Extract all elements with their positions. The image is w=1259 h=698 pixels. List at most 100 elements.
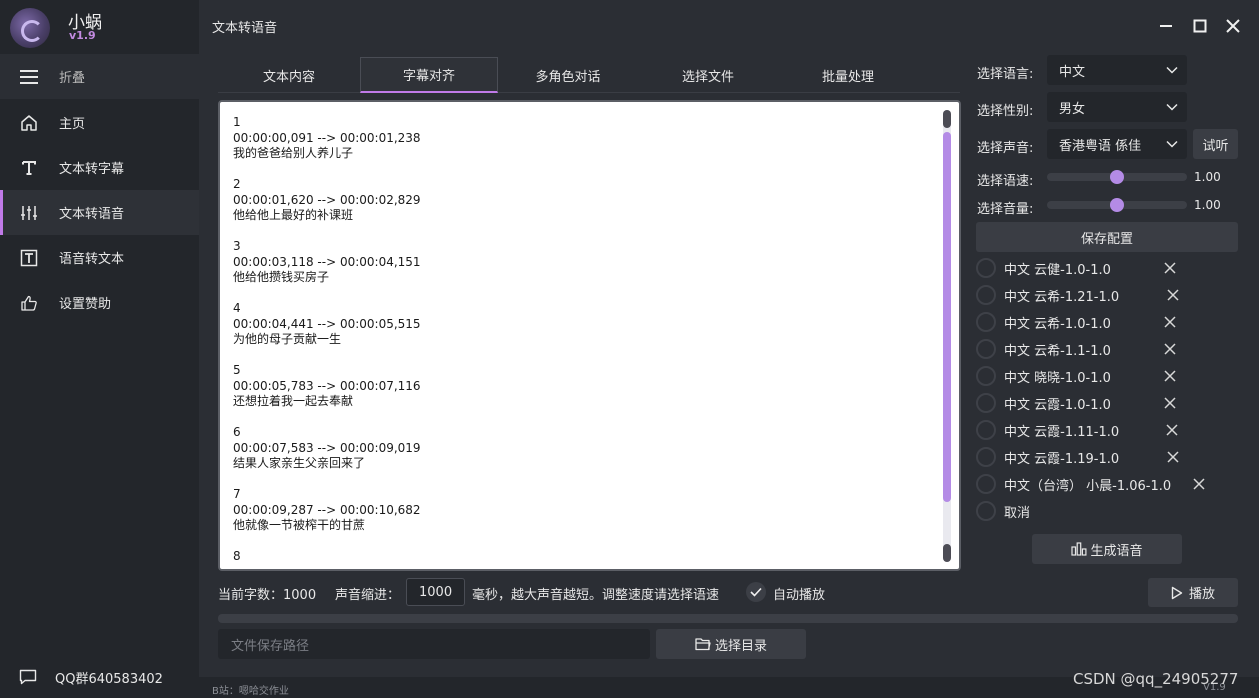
delete-preset-icon[interactable] xyxy=(1163,369,1177,383)
preset-radio[interactable] xyxy=(976,393,996,413)
play-button[interactable]: 播放 xyxy=(1148,578,1238,607)
delete-preset-icon[interactable] xyxy=(1166,450,1180,464)
preset-radio[interactable] xyxy=(976,258,996,278)
generate-speech-button[interactable]: 生成语音 xyxy=(1032,534,1182,564)
delete-preset-icon[interactable] xyxy=(1165,423,1179,437)
preset-item[interactable]: 中文 云霞-1.19-1.0 xyxy=(976,446,1119,468)
sidebar-collapse[interactable]: 折叠 xyxy=(0,54,199,99)
speed-slider[interactable] xyxy=(1047,170,1187,184)
gender-select[interactable]: 男女 xyxy=(1047,92,1187,122)
indent-hint: 毫秒，越大声音越短。调整速度请选择语速 xyxy=(472,588,720,603)
char-count: 当前字数：1000 xyxy=(218,588,317,603)
volume-slider[interactable] xyxy=(1047,198,1187,212)
editor-scrollbar[interactable] xyxy=(943,110,951,562)
scrollbar-bottom-cap xyxy=(943,544,951,562)
autoplay-checkbox[interactable] xyxy=(746,582,766,602)
preset-label: 中文 云希-1.21-1.0 xyxy=(1004,289,1120,305)
generate-speech-label: 生成语音 xyxy=(1090,543,1143,559)
sidebar-item-home[interactable]: 主页 xyxy=(0,100,199,145)
preset-label: 中文（台湾） 小晨-1.06-1.0 xyxy=(1004,478,1172,494)
preset-radio[interactable] xyxy=(976,420,996,440)
select-directory-button[interactable]: 选择目录 xyxy=(656,629,806,659)
preset-label: 中文 云希-1.1-1.0 xyxy=(1004,343,1111,359)
autoplay-label: 自动播放 xyxy=(773,588,826,603)
sidebar-item-text-to-speech[interactable]: 文本转语音 xyxy=(0,190,199,235)
scrollbar-thumb[interactable] xyxy=(943,132,951,502)
preset-radio[interactable] xyxy=(976,339,996,359)
footer-credit: B站：嗯哈交作业 xyxy=(212,686,289,697)
preset-label: 中文 云霞-1.11-1.0 xyxy=(1004,424,1120,440)
chevron-down-icon xyxy=(1166,103,1178,111)
preset-label: 中文 云霞-1.19-1.0 xyxy=(1004,451,1120,467)
collapse-label: 折叠 xyxy=(59,71,86,86)
preset-radio[interactable] xyxy=(976,285,996,305)
qq-group-label: QQ群640583402 xyxy=(55,671,163,687)
delete-preset-icon[interactable] xyxy=(1163,261,1177,275)
hamburger-menu-icon xyxy=(19,67,39,87)
preset-item[interactable]: 中文 云霞-1.11-1.0 xyxy=(976,419,1119,441)
preset-item[interactable]: 中文 云希-1.21-1.0 xyxy=(976,284,1119,306)
volume-slider-knob[interactable] xyxy=(1110,198,1124,212)
close-button[interactable] xyxy=(1223,16,1243,36)
preset-item[interactable]: 中文 云希-1.0-1.0 xyxy=(976,311,1111,333)
delete-preset-icon[interactable] xyxy=(1166,288,1180,302)
snail-logo-icon xyxy=(10,8,50,48)
save-config-button[interactable]: 保存配置 xyxy=(976,222,1238,252)
tab-batch-process[interactable]: 批量处理 xyxy=(779,57,917,93)
volume-value: 1.00 xyxy=(1194,198,1221,212)
play-label: 播放 xyxy=(1188,587,1215,602)
app-window: 小蜗 v1.9 折叠 主页 文本转字幕 文本转语音 语音转文本 设置赞助 QQ群… xyxy=(0,0,1259,698)
window-title: 文本转语音 xyxy=(212,21,278,36)
speed-slider-knob[interactable] xyxy=(1110,170,1124,184)
language-select[interactable]: 中文 xyxy=(1047,55,1187,85)
preset-item[interactable]: 中文 云希-1.1-1.0 xyxy=(976,338,1111,360)
subtitle-editor[interactable]: 1 00:00:00,091 --> 00:00:01,238 我的爸爸给别人养… xyxy=(218,100,961,571)
save-path-input[interactable]: 文件保存路径 xyxy=(218,629,650,659)
preset-item[interactable]: 中文 云健-1.0-1.0 xyxy=(976,257,1111,279)
preset-radio[interactable] xyxy=(976,366,996,386)
preset-radio[interactable] xyxy=(976,312,996,332)
delete-preset-icon[interactable] xyxy=(1163,342,1177,356)
home-icon xyxy=(19,113,39,133)
tab-text-content[interactable]: 文本内容 xyxy=(220,57,358,93)
listen-button[interactable]: 试听 xyxy=(1193,129,1238,159)
tab-bar: 文本内容 字幕对齐 多角色对话 选择文件 批量处理 xyxy=(218,57,960,93)
delete-preset-icon[interactable] xyxy=(1163,396,1177,410)
preset-radio[interactable] xyxy=(976,474,996,494)
preset-item[interactable]: 中文 晓晓-1.0-1.0 xyxy=(976,365,1111,387)
subtitle-text[interactable]: 1 00:00:00,091 --> 00:00:01,238 我的爸爸给别人养… xyxy=(233,115,421,565)
preset-item[interactable]: 中文 云霞-1.0-1.0 xyxy=(976,392,1111,414)
sidebar-item-speech-to-text[interactable]: 语音转文本 xyxy=(0,235,199,280)
tab-select-file[interactable]: 选择文件 xyxy=(639,57,777,93)
csdn-watermark: CSDN @qq_24905277 xyxy=(1073,670,1239,688)
preset-radio[interactable] xyxy=(976,447,996,467)
language-label: 选择语言: xyxy=(977,67,1034,82)
preset-label: 中文 云希-1.0-1.0 xyxy=(1004,316,1111,332)
sidebar-item-label: 文本转语音 xyxy=(59,207,125,222)
delete-preset-icon[interactable] xyxy=(1192,477,1206,491)
preset-label: 中文 晓晓-1.0-1.0 xyxy=(1004,370,1111,386)
chevron-down-icon xyxy=(1166,140,1178,148)
preset-item[interactable]: 中文（台湾） 小晨-1.06-1.0 xyxy=(976,473,1171,495)
text-t-icon xyxy=(19,158,39,178)
select-directory-label: 选择目录 xyxy=(714,638,767,654)
minimize-button[interactable] xyxy=(1156,16,1176,36)
preset-item-cancel[interactable]: 取消 xyxy=(976,500,1030,522)
preset-radio[interactable] xyxy=(976,501,996,521)
scrollbar-top-cap xyxy=(943,110,951,128)
voice-value: 香港粤语 係佳 xyxy=(1059,138,1142,154)
voice-select[interactable]: 香港粤语 係佳 xyxy=(1047,129,1187,159)
app-header: 小蜗 v1.9 xyxy=(0,0,199,53)
check-icon xyxy=(750,587,762,597)
thumbs-up-icon xyxy=(19,293,39,313)
tab-subtitle-align[interactable]: 字幕对齐 xyxy=(360,57,498,93)
tab-multi-role-dialog[interactable]: 多角色对话 xyxy=(499,57,637,93)
indent-input[interactable]: 1000 xyxy=(406,578,465,606)
maximize-button[interactable] xyxy=(1190,16,1210,36)
sidebar-item-settings-sponsor[interactable]: 设置赞助 xyxy=(0,280,199,325)
sidebar-item-text-to-subtitle[interactable]: 文本转字幕 xyxy=(0,145,199,190)
delete-preset-icon[interactable] xyxy=(1163,315,1177,329)
qq-group-link[interactable]: QQ群640583402 xyxy=(0,662,199,692)
indent-label: 声音缩进： xyxy=(335,588,401,603)
voice-label: 选择声音: xyxy=(977,141,1034,156)
